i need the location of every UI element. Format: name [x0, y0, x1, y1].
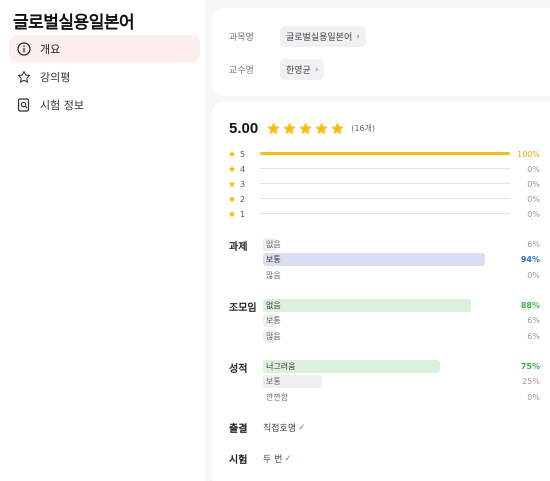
option-text: 없음 — [266, 240, 281, 249]
course-name-chip[interactable]: 글로벌실용일본어 › — [280, 26, 366, 47]
rating-dist-row: 5 100% — [228, 147, 540, 161]
assignment-option: 많음 0% — [263, 269, 540, 282]
assignment-option: 없음 6% — [263, 238, 540, 251]
attendance-row: 출결 직접호명 ✓ — [229, 420, 306, 436]
star-icon — [331, 122, 344, 135]
dist-track — [260, 168, 510, 169]
dist-star-number: 2 — [240, 194, 246, 204]
course-name-label: 과목명 — [229, 33, 254, 43]
star-icon — [228, 165, 236, 173]
dist-percent: 0% — [527, 179, 540, 189]
dist-star-number: 1 — [240, 209, 246, 219]
option-text: 없음 — [266, 301, 281, 310]
course-name-value: 글로벌실용일본어 — [286, 33, 353, 43]
course-title: 글로벌실용일본어 — [13, 13, 135, 33]
grade-option: 너그러움 75% — [263, 360, 540, 373]
search-doc-icon — [17, 97, 31, 112]
option-percent: 88% — [520, 301, 540, 310]
rating-score: 5.00 — [229, 120, 259, 137]
option-text: 보통 — [266, 255, 281, 264]
sidebar-item-reviews[interactable]: 강의평 — [9, 63, 200, 90]
option-percent: 0% — [527, 271, 540, 280]
professor-row: 교수명 한영균 › — [229, 59, 325, 80]
star-icon — [267, 122, 280, 135]
option-percent: 75% — [520, 362, 540, 371]
option-percent: 25% — [522, 377, 540, 386]
sidebar-item-overview[interactable]: 개요 — [9, 35, 200, 62]
dist-fill — [260, 152, 510, 155]
rating-dist-row: 4 0% — [228, 162, 540, 176]
dist-track — [260, 198, 510, 199]
star-icon — [228, 210, 236, 218]
team-option: 없음 88% — [263, 299, 540, 312]
option-bar — [263, 253, 485, 266]
dist-track — [260, 183, 510, 184]
option-text: 너그러움 — [266, 362, 296, 371]
dist-percent: 0% — [527, 209, 540, 219]
check-icon: ✓ — [298, 422, 306, 433]
option-text: 깐깐함 — [266, 393, 289, 402]
chevron-right-icon: › — [356, 31, 360, 42]
assignment-label: 과제 — [229, 242, 248, 253]
exam-row: 시험 두 번 ✓ — [229, 451, 292, 467]
option-text: 많음 — [266, 332, 281, 341]
sidebar-item-exam-info[interactable]: 시험 정보 — [9, 91, 200, 118]
option-bar — [263, 299, 471, 312]
attendance-label: 출결 — [229, 424, 248, 435]
assignment-option: 보통 94% — [263, 253, 540, 266]
option-percent: 0% — [527, 393, 540, 402]
exam-label: 시험 — [229, 455, 248, 466]
sidebar-item-label: 강의평 — [40, 70, 71, 84]
dist-track — [260, 152, 510, 155]
rating-dist-row: 1 0% — [228, 207, 540, 221]
grade-label: 성적 — [229, 364, 248, 375]
option-percent: 6% — [527, 332, 540, 341]
option-text: 보통 — [266, 377, 281, 386]
sidebar-item-label: 시험 정보 — [40, 98, 84, 112]
attendance-value: 직접호명 — [263, 424, 297, 434]
rating-summary: 5.00 (16개) — [229, 120, 375, 137]
rating-dist-row: 2 0% — [228, 192, 540, 206]
dist-percent: 100% — [517, 149, 540, 159]
team-option: 보통 6% — [263, 314, 540, 327]
professor-value: 한영균 — [286, 66, 311, 76]
grade-option: 깐깐함 0% — [263, 391, 540, 404]
option-text: 많음 — [266, 271, 281, 280]
dist-star-number: 5 — [240, 149, 246, 159]
star-icon — [228, 150, 236, 158]
main-panel: 과목명 글로벌실용일본어 › 교수명 한영균 › 5.00 (16개) 5 10… — [205, 0, 550, 481]
rating-stars — [266, 121, 346, 136]
rating-card: 5.00 (16개) 5 100% 4 0% 3 0% 2 0% 1 0% 과제 없음 6% 보통 94… — [212, 102, 550, 481]
course-name-row: 과목명 글로벌실용일본어 › — [229, 26, 366, 47]
option-text: 보통 — [266, 316, 281, 325]
team-label: 조모임 — [229, 303, 257, 314]
exam-value: 두 번 — [263, 455, 283, 465]
team-option: 많음 6% — [263, 330, 540, 343]
star-icon — [228, 180, 236, 188]
rating-dist-row: 3 0% — [228, 177, 540, 191]
dist-percent: 0% — [527, 194, 540, 204]
sidebar-item-label: 개요 — [40, 42, 61, 56]
star-icon — [315, 122, 328, 135]
grade-option: 보통 25% — [263, 375, 540, 388]
dist-track — [260, 213, 510, 214]
professor-label: 교수명 — [229, 66, 254, 76]
option-percent: 94% — [520, 255, 540, 264]
star-icon — [283, 122, 296, 135]
star-icon — [228, 195, 236, 203]
rating-count: (16개) — [351, 124, 375, 133]
sidebar: 글로벌실용일본어 개요 강의평 시험 정보 — [0, 0, 205, 481]
option-percent: 6% — [527, 316, 540, 325]
star-icon — [299, 122, 312, 135]
dist-star-number: 3 — [240, 179, 246, 189]
dist-percent: 0% — [527, 164, 540, 174]
option-percent: 6% — [527, 240, 540, 249]
course-info-card: 과목명 글로벌실용일본어 › 교수명 한영균 › — [212, 8, 550, 96]
check-icon: ✓ — [284, 453, 292, 464]
info-circle-icon — [17, 41, 31, 56]
professor-chip[interactable]: 한영균 › — [280, 59, 325, 80]
chevron-right-icon: › — [314, 64, 319, 75]
dist-star-number: 4 — [240, 164, 246, 174]
star-outline-icon — [17, 70, 31, 84]
